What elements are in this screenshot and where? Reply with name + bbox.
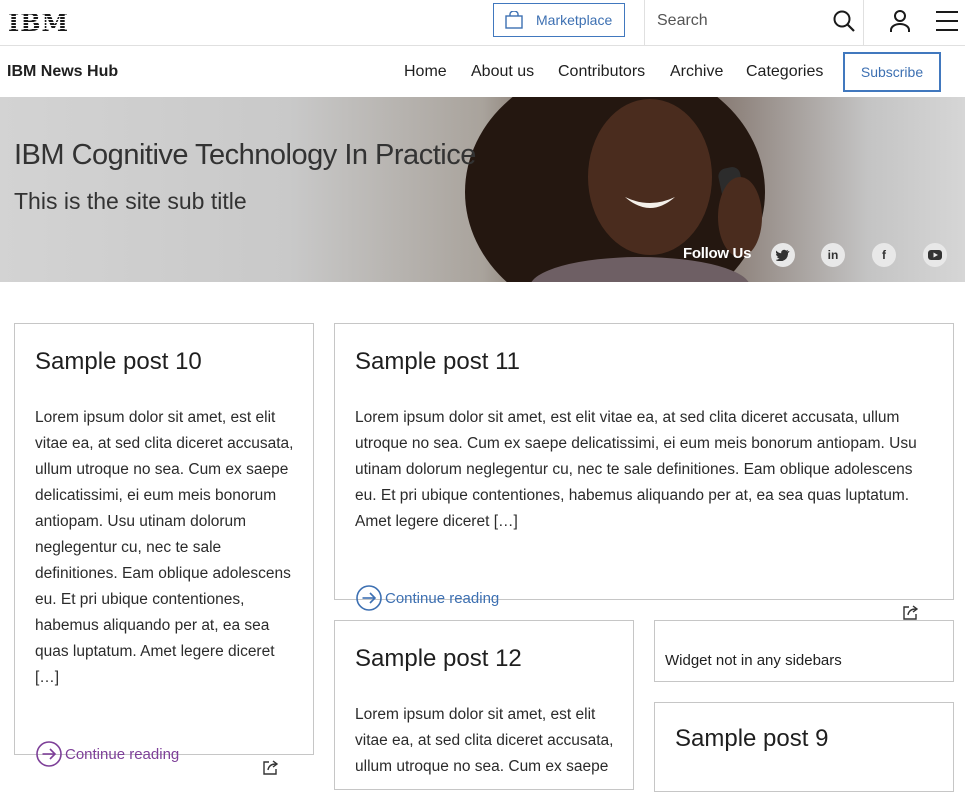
marketplace-button[interactable]: Marketplace [493, 3, 625, 37]
arrow-right-circle-icon [356, 585, 382, 611]
share-icon[interactable] [903, 604, 919, 620]
nav-item-archive[interactable]: Archive [670, 63, 723, 81]
nav-item-categories[interactable]: Categories [746, 63, 823, 81]
menu-icon[interactable] [935, 10, 959, 32]
subscribe-button[interactable]: Subscribe [843, 52, 941, 92]
nav-item-about-us[interactable]: About us [471, 63, 534, 81]
post-title[interactable]: Sample post 10 [35, 348, 202, 376]
post-excerpt: Lorem ipsum dolor sit amet, est elit vit… [355, 409, 917, 530]
search-input[interactable] [657, 9, 817, 33]
linkedin-icon[interactable]: in [821, 243, 845, 267]
search-icon[interactable] [833, 10, 855, 32]
site-navigation: IBM News Hub Home About us Contributors … [0, 46, 965, 97]
post-title[interactable]: Sample post 9 [675, 725, 828, 753]
post-card-10: Sample post 10 Lorem ipsum dolor sit ame… [14, 323, 314, 775]
share-icon[interactable] [263, 759, 279, 775]
post-card-11: Sample post 11 Lorem ipsum dolor sit ame… [334, 323, 954, 620]
widget-card: Widget not in any sidebars [654, 620, 954, 682]
nav-item-home[interactable]: Home [404, 63, 447, 81]
ibm-logo[interactable]: IBM [8, 8, 69, 37]
post-title[interactable]: Sample post 11 [355, 348, 520, 376]
post-card-9: Sample post 9 [654, 702, 954, 792]
continue-reading-label: Continue reading [385, 589, 500, 607]
facebook-icon[interactable]: f [872, 243, 896, 267]
post-excerpt: Lorem ipsum dolor sit amet, est elit vit… [355, 706, 614, 775]
hero-subtitle: This is the site sub title [14, 188, 247, 214]
shopping-bag-icon [505, 11, 523, 29]
post-title[interactable]: Sample post 12 [355, 645, 522, 673]
post-excerpt: Lorem ipsum dolor sit amet, est elit vit… [35, 409, 294, 686]
continue-reading-label: Continue reading [65, 745, 180, 763]
follow-us-label: Follow Us [683, 245, 752, 262]
continue-reading-link[interactable]: Continue reading [355, 584, 499, 612]
widget-text: Widget not in any sidebars [665, 652, 842, 669]
masthead: IBM Marketplace [0, 0, 965, 46]
nav-item-contributors[interactable]: Contributors [558, 63, 645, 81]
user-icon[interactable] [888, 9, 912, 33]
arrow-right-circle-icon [36, 741, 62, 767]
youtube-icon[interactable] [923, 243, 947, 267]
hero-banner: IBM Cognitive Technology In Practice Thi… [0, 97, 965, 282]
site-name[interactable]: IBM News Hub [7, 63, 118, 81]
twitter-icon[interactable] [771, 243, 795, 267]
search-box [644, 0, 864, 45]
continue-reading-link[interactable]: Continue reading [35, 740, 179, 768]
post-card-12: Sample post 12 Lorem ipsum dolor sit ame… [334, 620, 634, 790]
marketplace-label: Marketplace [536, 12, 613, 28]
hero-title: IBM Cognitive Technology In Practice [14, 139, 476, 171]
